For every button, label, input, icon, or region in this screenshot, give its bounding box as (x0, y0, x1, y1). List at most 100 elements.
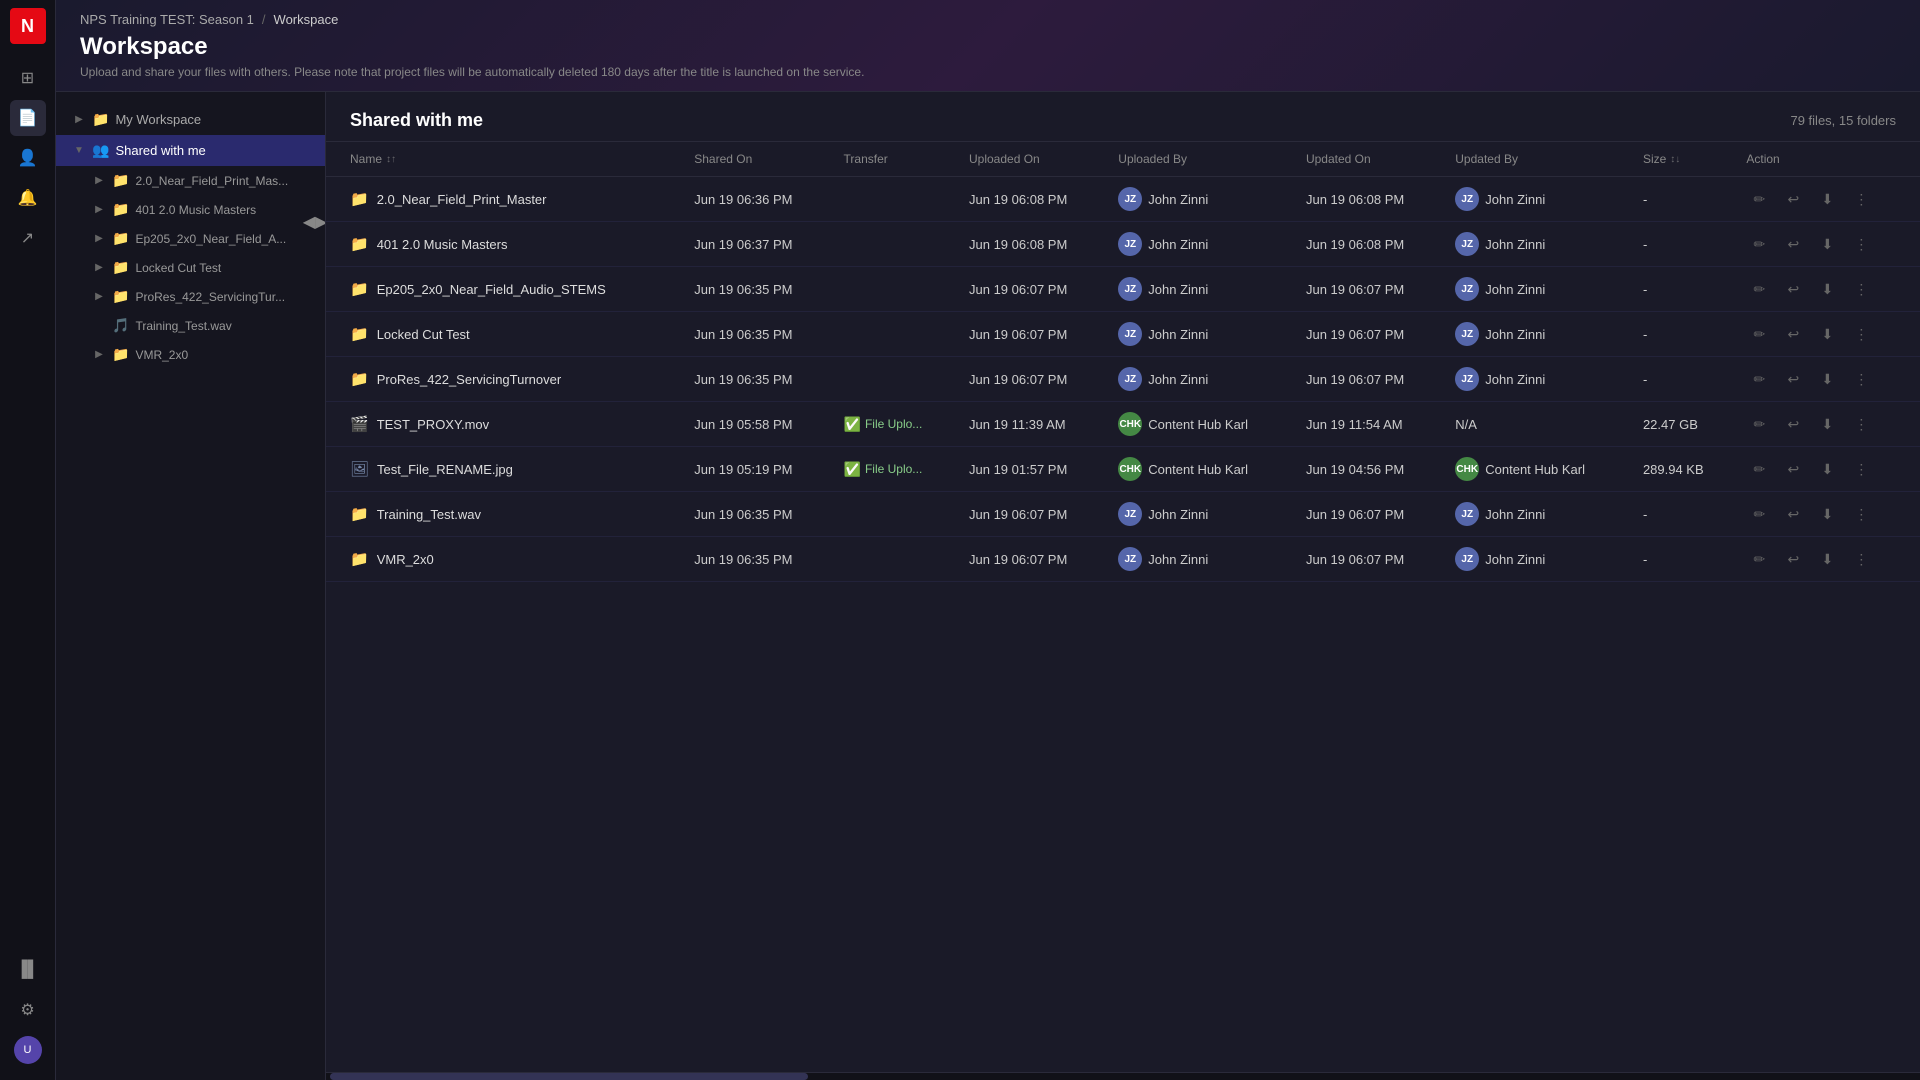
updated-by-cell: JZJohn Zinni (1443, 177, 1631, 222)
sidebar-item-ep205[interactable]: ▶ 📁 Ep205_2x0_Near_Field_A... (56, 224, 325, 253)
action-cell: ✏ ↩ ⬇ ⋮ (1734, 312, 1920, 357)
more-button[interactable]: ⋮ (1848, 231, 1874, 257)
bottom-scrollbar[interactable] (326, 1072, 1920, 1080)
avatar: JZ (1455, 547, 1479, 571)
share-button[interactable]: ↩ (1780, 456, 1806, 482)
updater-name: John Zinni (1485, 192, 1545, 207)
page-title: Workspace (80, 33, 1896, 61)
file-name-cell[interactable]: 📁 Locked Cut Test (350, 325, 670, 343)
download-button[interactable]: ⬇ (1814, 321, 1840, 347)
share-button[interactable]: ↩ (1780, 186, 1806, 212)
file-name-cell[interactable]: 📁 401 2.0 Music Masters (350, 235, 670, 253)
download-button[interactable]: ⬇ (1814, 366, 1840, 392)
sort-size[interactable]: Size ↕↓ (1643, 152, 1680, 166)
updated-on-cell: Jun 19 06:07 PM (1294, 357, 1443, 402)
share-button[interactable]: ↩ (1780, 321, 1806, 347)
sidebar-item-prores[interactable]: ▶ 📁 ProRes_422_ServicingTur... (56, 282, 325, 311)
nav-avatar[interactable]: U (14, 1036, 42, 1064)
nav-bell-icon[interactable]: 🔔 (10, 180, 46, 216)
file-name-cell[interactable]: 📁 2.0_Near_Field_Print_Master (350, 190, 670, 208)
action-buttons: ✏ ↩ ⬇ ⋮ (1746, 186, 1908, 212)
more-button[interactable]: ⋮ (1848, 501, 1874, 527)
more-button[interactable]: ⋮ (1848, 321, 1874, 347)
share-button[interactable]: ↩ (1780, 501, 1806, 527)
file-name-cell[interactable]: 🎬 TEST_PROXY.mov (350, 415, 670, 433)
sidebar-collapse-btn[interactable]: ◀▶ (305, 210, 325, 234)
share-button[interactable]: ↩ (1780, 231, 1806, 257)
share-button[interactable]: ↩ (1780, 276, 1806, 302)
more-button[interactable]: ⋮ (1848, 186, 1874, 212)
sidebar-item-music-masters[interactable]: ▶ 📁 401 2.0 Music Masters (56, 195, 325, 224)
sidebar-item-locked-cut[interactable]: ▶ 📁 Locked Cut Test (56, 253, 325, 282)
download-button[interactable]: ⬇ (1814, 456, 1840, 482)
nav-grid-icon[interactable]: ⊞ (10, 60, 46, 96)
expand-icon: ▶ (92, 290, 106, 304)
edit-button[interactable]: ✏ (1746, 276, 1772, 302)
download-button[interactable]: ⬇ (1814, 411, 1840, 437)
edit-button[interactable]: ✏ (1746, 231, 1772, 257)
share-button[interactable]: ↩ (1780, 411, 1806, 437)
sidebar-item-my-workspace[interactable]: ▶ 📁 My Workspace (56, 104, 325, 135)
more-button[interactable]: ⋮ (1848, 546, 1874, 572)
sidebar-label-shared: Shared with me (115, 143, 313, 158)
sidebar-item-vmr2x0[interactable]: ▶ 📁 VMR_2x0 (56, 340, 325, 369)
uploaded-by-cell: JZ John Zinni (1106, 177, 1294, 222)
file-name-cell[interactable]: 📁 Training_Test.wav (350, 505, 670, 523)
download-button[interactable]: ⬇ (1814, 501, 1840, 527)
sidebar: ▶ 📁 My Workspace ▼ 👥 Shared with me ▶ 📁 … (56, 92, 326, 1080)
more-button[interactable]: ⋮ (1848, 456, 1874, 482)
download-button[interactable]: ⬇ (1814, 276, 1840, 302)
updated-by-avatar-cell: JZJohn Zinni (1455, 277, 1619, 301)
sidebar-label: 2.0_Near_Field_Print_Mas... (135, 174, 313, 188)
sidebar-item-training-wav[interactable]: ▶ 🎵 Training_Test.wav (56, 311, 325, 340)
more-button[interactable]: ⋮ (1848, 366, 1874, 392)
nav-panel-icon[interactable]: ▐▌ (10, 952, 46, 988)
updated-by-cell: CHKContent Hub Karl (1443, 447, 1631, 492)
size-cell: 22.47 GB (1631, 402, 1734, 447)
sidebar-item-shared-with-me[interactable]: ▼ 👥 Shared with me (56, 135, 325, 166)
updated-by-avatar-cell: JZJohn Zinni (1455, 502, 1619, 526)
breadcrumb-parent[interactable]: NPS Training TEST: Season 1 (80, 12, 254, 27)
edit-button[interactable]: ✏ (1746, 186, 1772, 212)
sidebar-label: 401 2.0 Music Masters (135, 203, 313, 217)
file-name-cell[interactable]: 📁 VMR_2x0 (350, 550, 670, 568)
edit-button[interactable]: ✏ (1746, 456, 1772, 482)
updater-name: Content Hub Karl (1485, 462, 1585, 477)
edit-button[interactable]: ✏ (1746, 546, 1772, 572)
file-name-cell[interactable]: 📁 Ep205_2x0_Near_Field_Audio_STEMS (350, 280, 670, 298)
more-button[interactable]: ⋮ (1848, 411, 1874, 437)
edit-button[interactable]: ✏ (1746, 411, 1772, 437)
action-cell: ✏ ↩ ⬇ ⋮ (1734, 402, 1920, 447)
updated-by-avatar-cell: JZJohn Zinni (1455, 367, 1619, 391)
sidebar-item-near-field[interactable]: ▶ 📁 2.0_Near_Field_Print_Mas... (56, 166, 325, 195)
nav-share-icon[interactable]: ↗ (10, 220, 46, 256)
main-wrapper: NPS Training TEST: Season 1 / Workspace … (56, 0, 1920, 1080)
download-button[interactable]: ⬇ (1814, 231, 1840, 257)
edit-button[interactable]: ✏ (1746, 501, 1772, 527)
file-name-cell[interactable]: 📁 ProRes_422_ServicingTurnover (350, 370, 670, 388)
sort-name[interactable]: Name ↕↑ (350, 152, 396, 166)
download-button[interactable]: ⬇ (1814, 546, 1840, 572)
uploader-name: John Zinni (1148, 327, 1208, 342)
uploaded-on-cell: Jun 19 01:57 PM (957, 447, 1106, 492)
nav-user-icon[interactable]: 👤 (10, 140, 46, 176)
file-name-cell[interactable]: 🖼 Test_File_RENAME.jpg (350, 460, 670, 478)
more-button[interactable]: ⋮ (1848, 276, 1874, 302)
sidebar-label: ProRes_422_ServicingTur... (135, 290, 313, 304)
edit-button[interactable]: ✏ (1746, 321, 1772, 347)
nav-files-icon[interactable]: 📄 (10, 100, 46, 136)
col-updated-on: Updated On (1294, 142, 1443, 177)
nav-settings-icon[interactable]: ⚙ (10, 992, 46, 1028)
table-row: 📁 ProRes_422_ServicingTurnover Jun 19 06… (326, 357, 1920, 402)
share-button[interactable]: ↩ (1780, 546, 1806, 572)
updated-on-cell: Jun 19 06:07 PM (1294, 312, 1443, 357)
uploaded-on-cell: Jun 19 06:08 PM (957, 222, 1106, 267)
edit-button[interactable]: ✏ (1746, 366, 1772, 392)
avatar: JZ (1455, 367, 1479, 391)
share-button[interactable]: ↩ (1780, 366, 1806, 392)
file-count: 79 files, 15 folders (1790, 113, 1896, 128)
download-button[interactable]: ⬇ (1814, 186, 1840, 212)
table-row: 📁 VMR_2x0 Jun 19 06:35 PM Jun 19 06:07 P… (326, 537, 1920, 582)
shared-on-cell: Jun 19 06:37 PM (682, 222, 831, 267)
size-cell: 289.94 KB (1631, 447, 1734, 492)
